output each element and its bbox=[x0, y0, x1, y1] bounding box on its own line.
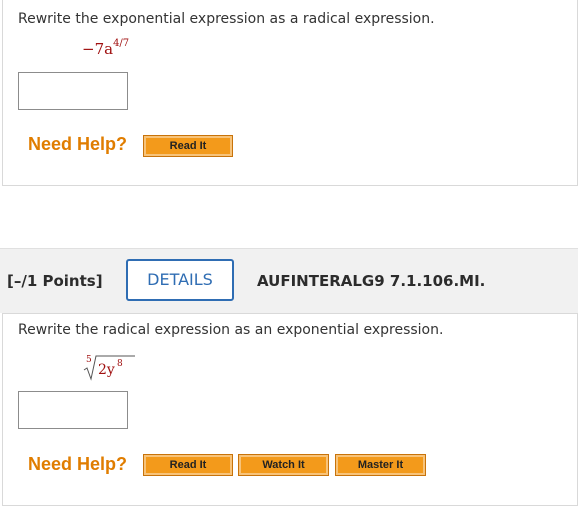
question-1-answer-input[interactable] bbox=[18, 72, 128, 110]
expression-base: −7a bbox=[82, 40, 114, 58]
radicand-exponent: 8 bbox=[117, 359, 123, 369]
question-2-master-it-button[interactable]: Master It bbox=[335, 454, 426, 476]
question-2-read-it-button[interactable]: Read It bbox=[143, 454, 233, 476]
radical-index: 5 bbox=[86, 355, 92, 365]
question-1-need-help: Need Help? bbox=[28, 134, 128, 154]
question-code: AUFINTERALG9 7.1.106.MI. bbox=[257, 272, 486, 290]
question-1-expression: −7a4/7 bbox=[82, 38, 130, 58]
question-2-watch-it-button[interactable]: Watch It bbox=[238, 454, 329, 476]
radical-expression: 5 2y 8 bbox=[83, 355, 135, 381]
question-2-answer-input[interactable] bbox=[18, 391, 128, 429]
points-label: [–/1 Points] bbox=[7, 272, 103, 290]
expression-exponent: 4/7 bbox=[113, 38, 130, 49]
question-2-prompt: Rewrite the radical expression as an exp… bbox=[18, 322, 444, 338]
question-1-read-it-button[interactable]: Read It bbox=[143, 135, 233, 157]
radicand-base: 2y bbox=[98, 362, 115, 378]
question-2-need-help: Need Help? bbox=[28, 454, 128, 474]
question-1-prompt: Rewrite the exponential expression as a … bbox=[18, 11, 435, 27]
details-button[interactable]: DETAILS bbox=[126, 259, 234, 301]
